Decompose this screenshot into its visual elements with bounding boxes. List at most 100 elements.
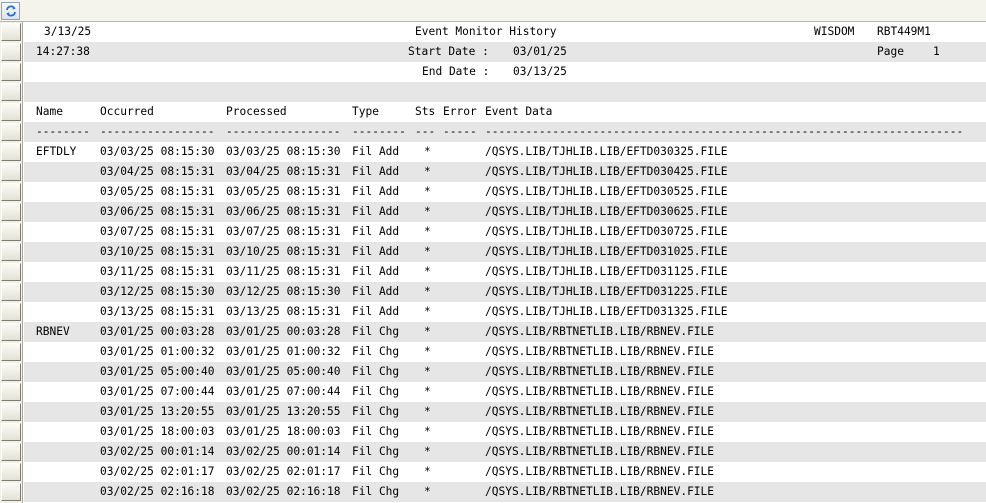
row-select-button[interactable] [1, 483, 21, 501]
cell-event-data: /QSYS.LIB/TJHLIB.LIB/EFTD031225.FILE [485, 285, 728, 298]
column-header-row: Name Occurred Processed Type Sts Error E… [24, 102, 986, 122]
cell-occurred: 03/05/25 08:15:31 [100, 185, 215, 198]
row-select-button[interactable] [1, 143, 21, 161]
row-select-button[interactable] [1, 63, 21, 81]
row-select-button[interactable] [1, 203, 21, 221]
row-select-button[interactable] [1, 43, 21, 61]
cell-sts: * [424, 305, 431, 318]
cell-occurred: 03/02/25 02:16:18 [100, 485, 215, 498]
row-select-button[interactable] [1, 363, 21, 381]
row-select-button[interactable] [1, 263, 21, 281]
row-select-button[interactable] [1, 183, 21, 201]
column-header-sts: Sts [415, 105, 436, 118]
end-date-value: 03/13/25 [513, 65, 567, 78]
table-row: EFTDLY 03/03/25 08:15:30 03/03/25 08:15:30… [24, 142, 986, 162]
table-row: 03/02/25 00:01:14 03/02/25 00:01:14 Fil Ch… [24, 442, 986, 462]
row-select-button[interactable] [1, 463, 21, 481]
page-label: Page [877, 45, 904, 58]
cell-occurred: 03/02/25 02:01:17 [100, 465, 215, 478]
cell-type: Fil Chg [352, 465, 400, 478]
cell-event-data: /QSYS.LIB/TJHLIB.LIB/EFTD030625.FILE [485, 205, 728, 218]
cell-event-data: /QSYS.LIB/RBTNETLIB.LIB/RBNEV.FILE [485, 345, 715, 358]
toolbar [0, 0, 986, 22]
refresh-icon [6, 5, 16, 17]
row-select-button[interactable] [1, 303, 21, 321]
row-selector-gutter [0, 22, 23, 503]
cell-processed: 03/01/25 05:00:40 [226, 365, 341, 378]
start-date-label: Start Date : [408, 45, 489, 58]
cell-sts: * [424, 185, 431, 198]
cell-occurred: 03/01/25 07:00:44 [100, 385, 215, 398]
cell-event-data: /QSYS.LIB/TJHLIB.LIB/EFTD030525.FILE [485, 185, 728, 198]
cell-occurred: 03/07/25 08:15:31 [100, 225, 215, 238]
row-select-button[interactable] [1, 123, 21, 141]
cell-event-data: /QSYS.LIB/TJHLIB.LIB/EFTD030325.FILE [485, 145, 728, 158]
table-row: 03/13/25 08:15:31 03/13/25 08:15:31 Fil Ad… [24, 302, 986, 322]
cell-type: Fil Chg [352, 405, 400, 418]
table-row: 03/11/25 08:15:31 03/11/25 08:15:31 Fil Ad… [24, 262, 986, 282]
cell-type: Fil Add [352, 225, 400, 238]
table-row: 03/01/25 05:00:40 03/01/25 05:00:40 Fil Ch… [24, 362, 986, 382]
table-row: 03/01/25 13:20:55 03/01/25 13:20:55 Fil Ch… [24, 402, 986, 422]
cell-event-data: /QSYS.LIB/TJHLIB.LIB/EFTD031125.FILE [485, 265, 728, 278]
cell-type: Fil Chg [352, 425, 400, 438]
row-select-button[interactable] [1, 343, 21, 361]
table-row: 03/02/25 02:01:17 03/02/25 02:01:17 Fil Ch… [24, 462, 986, 482]
row-select-button[interactable] [1, 443, 21, 461]
cell-event-data: /QSYS.LIB/RBTNETLIB.LIB/RBNEV.FILE [485, 365, 715, 378]
separator-event-data: ----------------------------------------… [485, 125, 964, 138]
cell-type: Fil Chg [352, 485, 400, 498]
cell-type: Fil Add [352, 285, 400, 298]
system-name: WISDOM [814, 25, 855, 38]
cell-sts: * [424, 205, 431, 218]
row-select-button[interactable] [1, 383, 21, 401]
table-row: 03/07/25 08:15:31 03/07/25 08:15:31 Fil Ad… [24, 222, 986, 242]
row-select-button[interactable] [1, 243, 21, 261]
cell-type: Fil Add [352, 245, 400, 258]
cell-type: Fil Add [352, 305, 400, 318]
cell-event-data: /QSYS.LIB/RBTNETLIB.LIB/RBNEV.FILE [485, 465, 715, 478]
cell-sts: * [424, 365, 431, 378]
row-select-button[interactable] [1, 103, 21, 121]
cell-sts: * [424, 445, 431, 458]
row-select-button[interactable] [1, 23, 21, 41]
cell-occurred: 03/01/25 00:03:28 [100, 325, 215, 338]
row-select-button[interactable] [1, 323, 21, 341]
report-header-row-1: 3/13/25 Event Monitor History WISDOM RBT… [24, 22, 986, 42]
cell-sts: * [424, 285, 431, 298]
cell-occurred: 03/01/25 13:20:55 [100, 405, 215, 418]
blank-row [24, 82, 986, 102]
cell-processed: 03/03/25 08:15:30 [226, 145, 341, 158]
cell-sts: * [424, 405, 431, 418]
cell-processed: 03/12/25 08:15:30 [226, 285, 341, 298]
cell-occurred: 03/02/25 00:01:14 [100, 445, 215, 458]
cell-type: Fil Add [352, 165, 400, 178]
cell-event-data: /QSYS.LIB/TJHLIB.LIB/EFTD031025.FILE [485, 245, 728, 258]
table-row: 03/12/25 08:15:30 03/12/25 08:15:30 Fil Ad… [24, 282, 986, 302]
row-select-button[interactable] [1, 223, 21, 241]
table-row: RBNEV 03/01/25 00:03:28 03/01/25 00:03:28 F… [24, 322, 986, 342]
cell-occurred: 03/03/25 08:15:30 [100, 145, 215, 158]
row-select-button[interactable] [1, 83, 21, 101]
row-select-button[interactable] [1, 163, 21, 181]
row-select-button[interactable] [1, 283, 21, 301]
column-header-processed: Processed [226, 105, 287, 118]
refresh-button[interactable] [1, 2, 20, 20]
cell-type: Fil Add [352, 185, 400, 198]
cell-type: Fil Chg [352, 345, 400, 358]
separator-type: -------- [352, 125, 406, 138]
cell-processed: 03/07/25 08:15:31 [226, 225, 341, 238]
cell-type: Fil Chg [352, 365, 400, 378]
cell-occurred: 03/12/25 08:15:30 [100, 285, 215, 298]
column-header-event-data: Event Data [485, 105, 553, 118]
row-select-button[interactable] [1, 403, 21, 421]
cell-processed: 03/11/25 08:15:31 [226, 265, 341, 278]
cell-occurred: 03/01/25 05:00:40 [100, 365, 215, 378]
row-select-button[interactable] [1, 423, 21, 441]
report-time: 14:27:38 [36, 45, 90, 58]
cell-sts: * [424, 345, 431, 358]
cell-processed: 03/06/25 08:15:31 [226, 205, 341, 218]
cell-name: EFTDLY [36, 145, 77, 158]
cell-event-data: /QSYS.LIB/RBTNETLIB.LIB/RBNEV.FILE [485, 325, 715, 338]
cell-processed: 03/04/25 08:15:31 [226, 165, 341, 178]
